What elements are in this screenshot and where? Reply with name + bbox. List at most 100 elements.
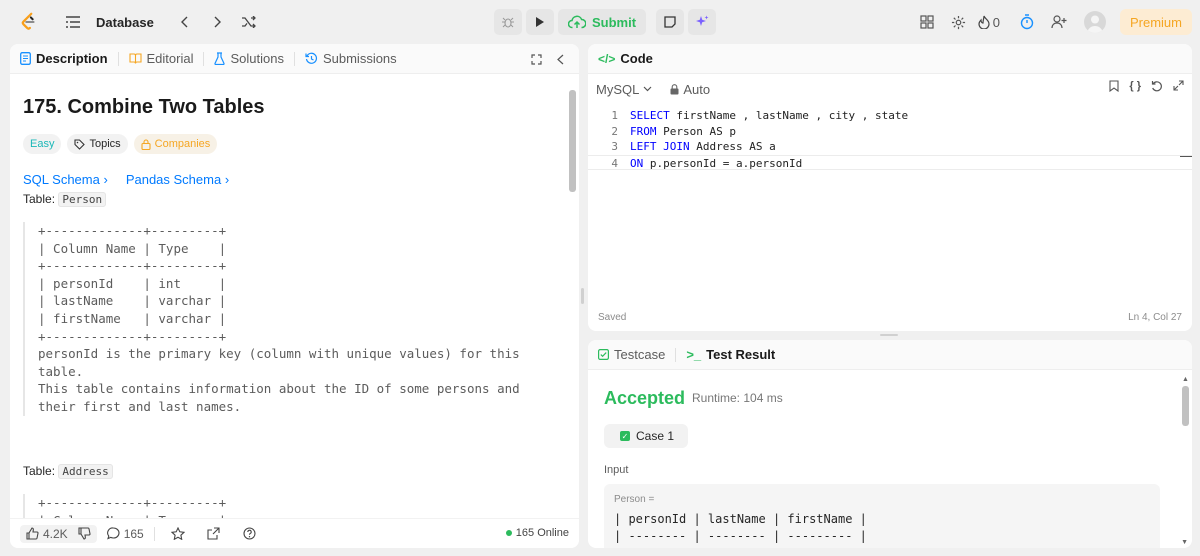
tab-submissions[interactable]: Submissions bbox=[305, 51, 397, 66]
language-select[interactable]: MySQL bbox=[596, 82, 652, 97]
premium-button[interactable]: Premium bbox=[1119, 9, 1192, 35]
sql-schema-label: SQL Schema bbox=[23, 172, 100, 187]
case-tab[interactable]: ✓ Case 1 bbox=[604, 424, 689, 448]
run-play-icon[interactable] bbox=[526, 9, 554, 35]
description-scrollbar[interactable] bbox=[569, 90, 576, 192]
user-avatar[interactable] bbox=[1083, 11, 1106, 33]
debug-bug-icon[interactable] bbox=[494, 9, 522, 35]
add-friend-icon[interactable] bbox=[1046, 9, 1072, 35]
code-line[interactable]: 2 FROM Person AS p bbox=[588, 124, 1192, 140]
code-line[interactable]: 4 ON p.personId = a.personId bbox=[588, 154, 1192, 171]
code-tabbar: </> Code bbox=[588, 44, 1192, 74]
description-panel: Description Editorial Solutions Submissi… bbox=[10, 44, 579, 548]
problem-list-nav: Database bbox=[60, 0, 262, 44]
footer-divider bbox=[153, 526, 155, 541]
pandas-schema-link[interactable]: Pandas Schema › bbox=[126, 172, 229, 187]
line-number: 3 bbox=[611, 140, 618, 154]
topics-label: Topics bbox=[89, 138, 121, 150]
streak-counter[interactable]: 0 bbox=[978, 9, 1000, 35]
online-dot bbox=[505, 530, 512, 536]
chevron-down-icon bbox=[643, 86, 652, 92]
timer-icon[interactable] bbox=[1014, 9, 1040, 35]
fullscreen-icon[interactable] bbox=[523, 46, 549, 72]
star-icon[interactable] bbox=[165, 521, 191, 547]
chevron-right-icon: › bbox=[224, 172, 230, 187]
tab-divider bbox=[203, 51, 205, 66]
vertical-resize-handle[interactable] bbox=[581, 288, 584, 304]
sql-expression: Address AS a bbox=[689, 140, 776, 154]
problem-title: 175. Combine Two Tables bbox=[23, 96, 265, 118]
tab-solutions[interactable]: Solutions bbox=[214, 51, 284, 66]
code-text: SELECT firstName , lastName , city , sta… bbox=[630, 108, 908, 124]
tab-testcase[interactable]: Testcase bbox=[598, 347, 665, 362]
shuffle-icon[interactable] bbox=[236, 9, 262, 35]
code-text: FROM Person AS p bbox=[630, 124, 736, 140]
accepted-status: Accepted bbox=[604, 388, 686, 408]
testcase-label: Testcase bbox=[614, 347, 666, 362]
tab-label: Submissions bbox=[322, 51, 397, 66]
sql-expression: Person AS p bbox=[656, 124, 736, 138]
top-navigation: Database Submit 0 Premium bbox=[0, 0, 1200, 44]
chevron-left-icon[interactable] bbox=[172, 9, 198, 35]
help-icon[interactable] bbox=[237, 521, 263, 547]
scroll-up-arrow-icon[interactable]: ▲ bbox=[1182, 376, 1189, 383]
note-icon[interactable] bbox=[656, 9, 685, 35]
result-scrollbar[interactable] bbox=[1182, 386, 1189, 426]
cloud-upload-icon bbox=[568, 15, 586, 29]
like-button[interactable]: 4.2K bbox=[20, 524, 97, 543]
tab-test-result[interactable]: >_ Test Result bbox=[686, 347, 775, 362]
sql-expression: firstName , lastName , city , state bbox=[669, 109, 909, 122]
comment-icon bbox=[106, 527, 120, 540]
flask-icon bbox=[214, 52, 226, 65]
editor-actions: { } bbox=[1109, 80, 1184, 95]
topics-chip[interactable]: Topics bbox=[67, 134, 128, 154]
chevron-right-icon[interactable] bbox=[204, 9, 230, 35]
tab-label: Solutions bbox=[230, 51, 284, 66]
list-icon[interactable] bbox=[60, 9, 86, 35]
schema-links: SQL Schema › Pandas Schema › bbox=[23, 172, 229, 187]
sql-keyword: ON bbox=[630, 156, 644, 170]
bookmark-icon[interactable] bbox=[1109, 80, 1119, 95]
settings-gear-icon[interactable] bbox=[946, 9, 972, 35]
collapse-chevron-icon[interactable] bbox=[547, 46, 573, 72]
code-line[interactable]: 1 SELECT firstName , lastName , city , st… bbox=[588, 108, 1192, 124]
reset-icon[interactable] bbox=[1151, 80, 1163, 95]
auto-mode-toggle[interactable]: Auto bbox=[670, 82, 710, 97]
format-braces-icon[interactable]: { } bbox=[1129, 80, 1141, 95]
layout-grid-icon[interactable] bbox=[914, 9, 940, 35]
runtime-text: Runtime: 104 ms bbox=[692, 391, 783, 405]
run-toolbar: Submit bbox=[494, 9, 717, 35]
input-table-divider: | -------- | -------- | --------- | bbox=[614, 529, 867, 543]
code-editor[interactable]: 1 SELECT firstName , lastName , city , st… bbox=[588, 108, 1192, 171]
description-footer: 4.2K 165 165 Online bbox=[10, 518, 579, 548]
submit-label: Submit bbox=[592, 14, 637, 30]
scroll-down-arrow-icon[interactable]: ▼ bbox=[1181, 539, 1188, 546]
horizontal-resize-handle[interactable] bbox=[880, 334, 898, 336]
line-number: 2 bbox=[611, 124, 618, 138]
saved-status: Saved bbox=[598, 311, 627, 323]
comments-button[interactable]: 165 bbox=[106, 527, 144, 541]
code-line[interactable]: 3 LEFT JOIN Address AS a bbox=[588, 139, 1192, 155]
companies-chip[interactable]: Companies bbox=[133, 134, 218, 154]
tab-code[interactable]: </> Code bbox=[598, 51, 653, 66]
share-icon[interactable] bbox=[201, 521, 227, 547]
person-table-label: Table: Person bbox=[23, 192, 107, 207]
expand-icon[interactable] bbox=[1173, 80, 1184, 95]
tab-editorial[interactable]: Editorial bbox=[128, 51, 193, 66]
tab-divider bbox=[675, 347, 677, 362]
problem-tags: Easy Topics Companies bbox=[23, 134, 218, 154]
tab-description[interactable]: Description bbox=[20, 51, 108, 66]
address-table-label: Table: Address bbox=[23, 464, 113, 479]
ai-sparkle-icon[interactable] bbox=[688, 9, 717, 35]
submit-button[interactable]: Submit bbox=[558, 9, 647, 35]
checkbox-icon bbox=[598, 349, 609, 360]
lock-icon bbox=[141, 138, 151, 150]
problem-list-title[interactable]: Database bbox=[96, 15, 154, 30]
test-result-label: Test Result bbox=[706, 347, 776, 362]
sql-expression: p.personId = a.personId bbox=[643, 156, 803, 170]
sql-schema-link[interactable]: SQL Schema › bbox=[23, 172, 108, 187]
like-count: 4.2K bbox=[43, 526, 68, 541]
leetcode-logo-icon[interactable] bbox=[18, 11, 40, 33]
input-variable-name: Person = bbox=[614, 494, 655, 505]
pandas-schema-label: Pandas Schema bbox=[125, 172, 222, 187]
